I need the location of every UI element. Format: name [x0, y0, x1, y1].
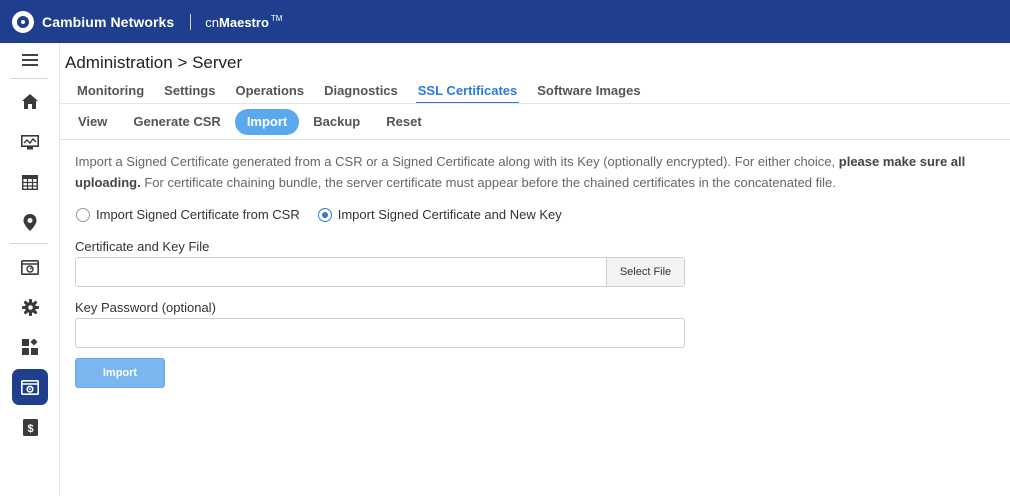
radio-import-from-csr[interactable]: Import Signed Certificate from CSR	[76, 207, 300, 222]
svg-text:$: $	[27, 423, 33, 435]
hamburger-menu-icon[interactable]	[0, 45, 60, 75]
brand[interactable]: Cambium Networks	[12, 10, 175, 33]
home-icon[interactable]	[0, 86, 60, 116]
subtab-view[interactable]: View	[66, 109, 119, 135]
tab-software-images[interactable]: Software Images	[527, 80, 650, 104]
import-mode-radio-group: Import Signed Certificate from CSR Impor…	[76, 207, 580, 222]
import-button[interactable]: Import	[75, 358, 165, 388]
product-name: cnMaestro TM	[205, 14, 282, 30]
brand-name: Cambium Networks	[42, 13, 175, 30]
subtab-backup[interactable]: Backup	[301, 109, 372, 135]
radio-selected-icon[interactable]	[317, 207, 332, 222]
sidebar: $	[0, 43, 60, 496]
radio-label: Import Signed Certificate and New Key	[337, 207, 562, 222]
subtab-import[interactable]: Import	[234, 109, 300, 135]
radio-label: Import Signed Certificate from CSR	[96, 207, 300, 222]
subtabs-divider	[60, 139, 1010, 140]
page-title: Administration > Server	[65, 53, 243, 72]
apps-icon[interactable]	[0, 332, 60, 362]
tab-operations[interactable]: Operations	[225, 80, 314, 104]
dashboard-window-icon[interactable]	[0, 252, 60, 282]
primary-tabs: Monitoring Settings Operations Diagnosti…	[67, 80, 651, 104]
monitor-icon[interactable]	[0, 127, 60, 157]
cert-file-field[interactable]: Select File	[75, 257, 685, 287]
secondary-tabs: View Generate CSR Import Backup Reset	[66, 109, 436, 135]
dollar-icon[interactable]: $	[0, 412, 60, 442]
import-description: Import a Signed Certificate generated fr…	[75, 151, 1010, 193]
sidebar-divider	[10, 243, 48, 244]
trademark: TM	[270, 13, 283, 23]
key-password-input[interactable]	[75, 318, 685, 348]
key-password-label: Key Password (optional)	[75, 300, 216, 315]
subtab-reset[interactable]: Reset	[374, 109, 433, 135]
description-emphasis: uploading.	[75, 175, 141, 190]
description-emphasis: please make sure all	[838, 154, 966, 169]
tab-diagnostics[interactable]: Diagnostics	[314, 80, 408, 104]
description-line-2: uploading. For certificate chaining bund…	[75, 172, 1010, 193]
cambium-logo-icon	[12, 10, 34, 33]
tab-settings[interactable]: Settings	[154, 80, 225, 104]
radio-unselected-icon[interactable]	[76, 207, 90, 222]
description-line-1: Import a Signed Certificate generated fr…	[75, 151, 1010, 172]
tabs-divider	[60, 103, 1010, 104]
description-text: Import a Signed Certificate generated fr…	[75, 154, 839, 169]
tab-monitoring[interactable]: Monitoring	[67, 80, 154, 104]
product-prefix: cn	[205, 14, 220, 30]
sidebar-divider	[10, 78, 48, 79]
product-main: Maestro	[219, 14, 269, 30]
tab-ssl-certificates[interactable]: SSL Certificates	[408, 80, 527, 104]
administration-icon[interactable]	[12, 369, 48, 405]
top-bar: Cambium Networks cnMaestro TM	[0, 0, 1010, 43]
select-file-button[interactable]: Select File	[606, 258, 684, 286]
description-text: For certificate chaining bundle, the ser…	[140, 175, 836, 190]
location-pin-icon[interactable]	[0, 207, 60, 237]
brand-divider	[190, 13, 192, 30]
gear-icon[interactable]	[0, 292, 60, 322]
subtab-generate-csr[interactable]: Generate CSR	[121, 109, 232, 135]
cert-file-label: Certificate and Key File	[75, 239, 210, 254]
radio-import-with-new-key[interactable]: Import Signed Certificate and New Key	[317, 207, 562, 222]
grid-table-icon[interactable]	[0, 167, 60, 197]
